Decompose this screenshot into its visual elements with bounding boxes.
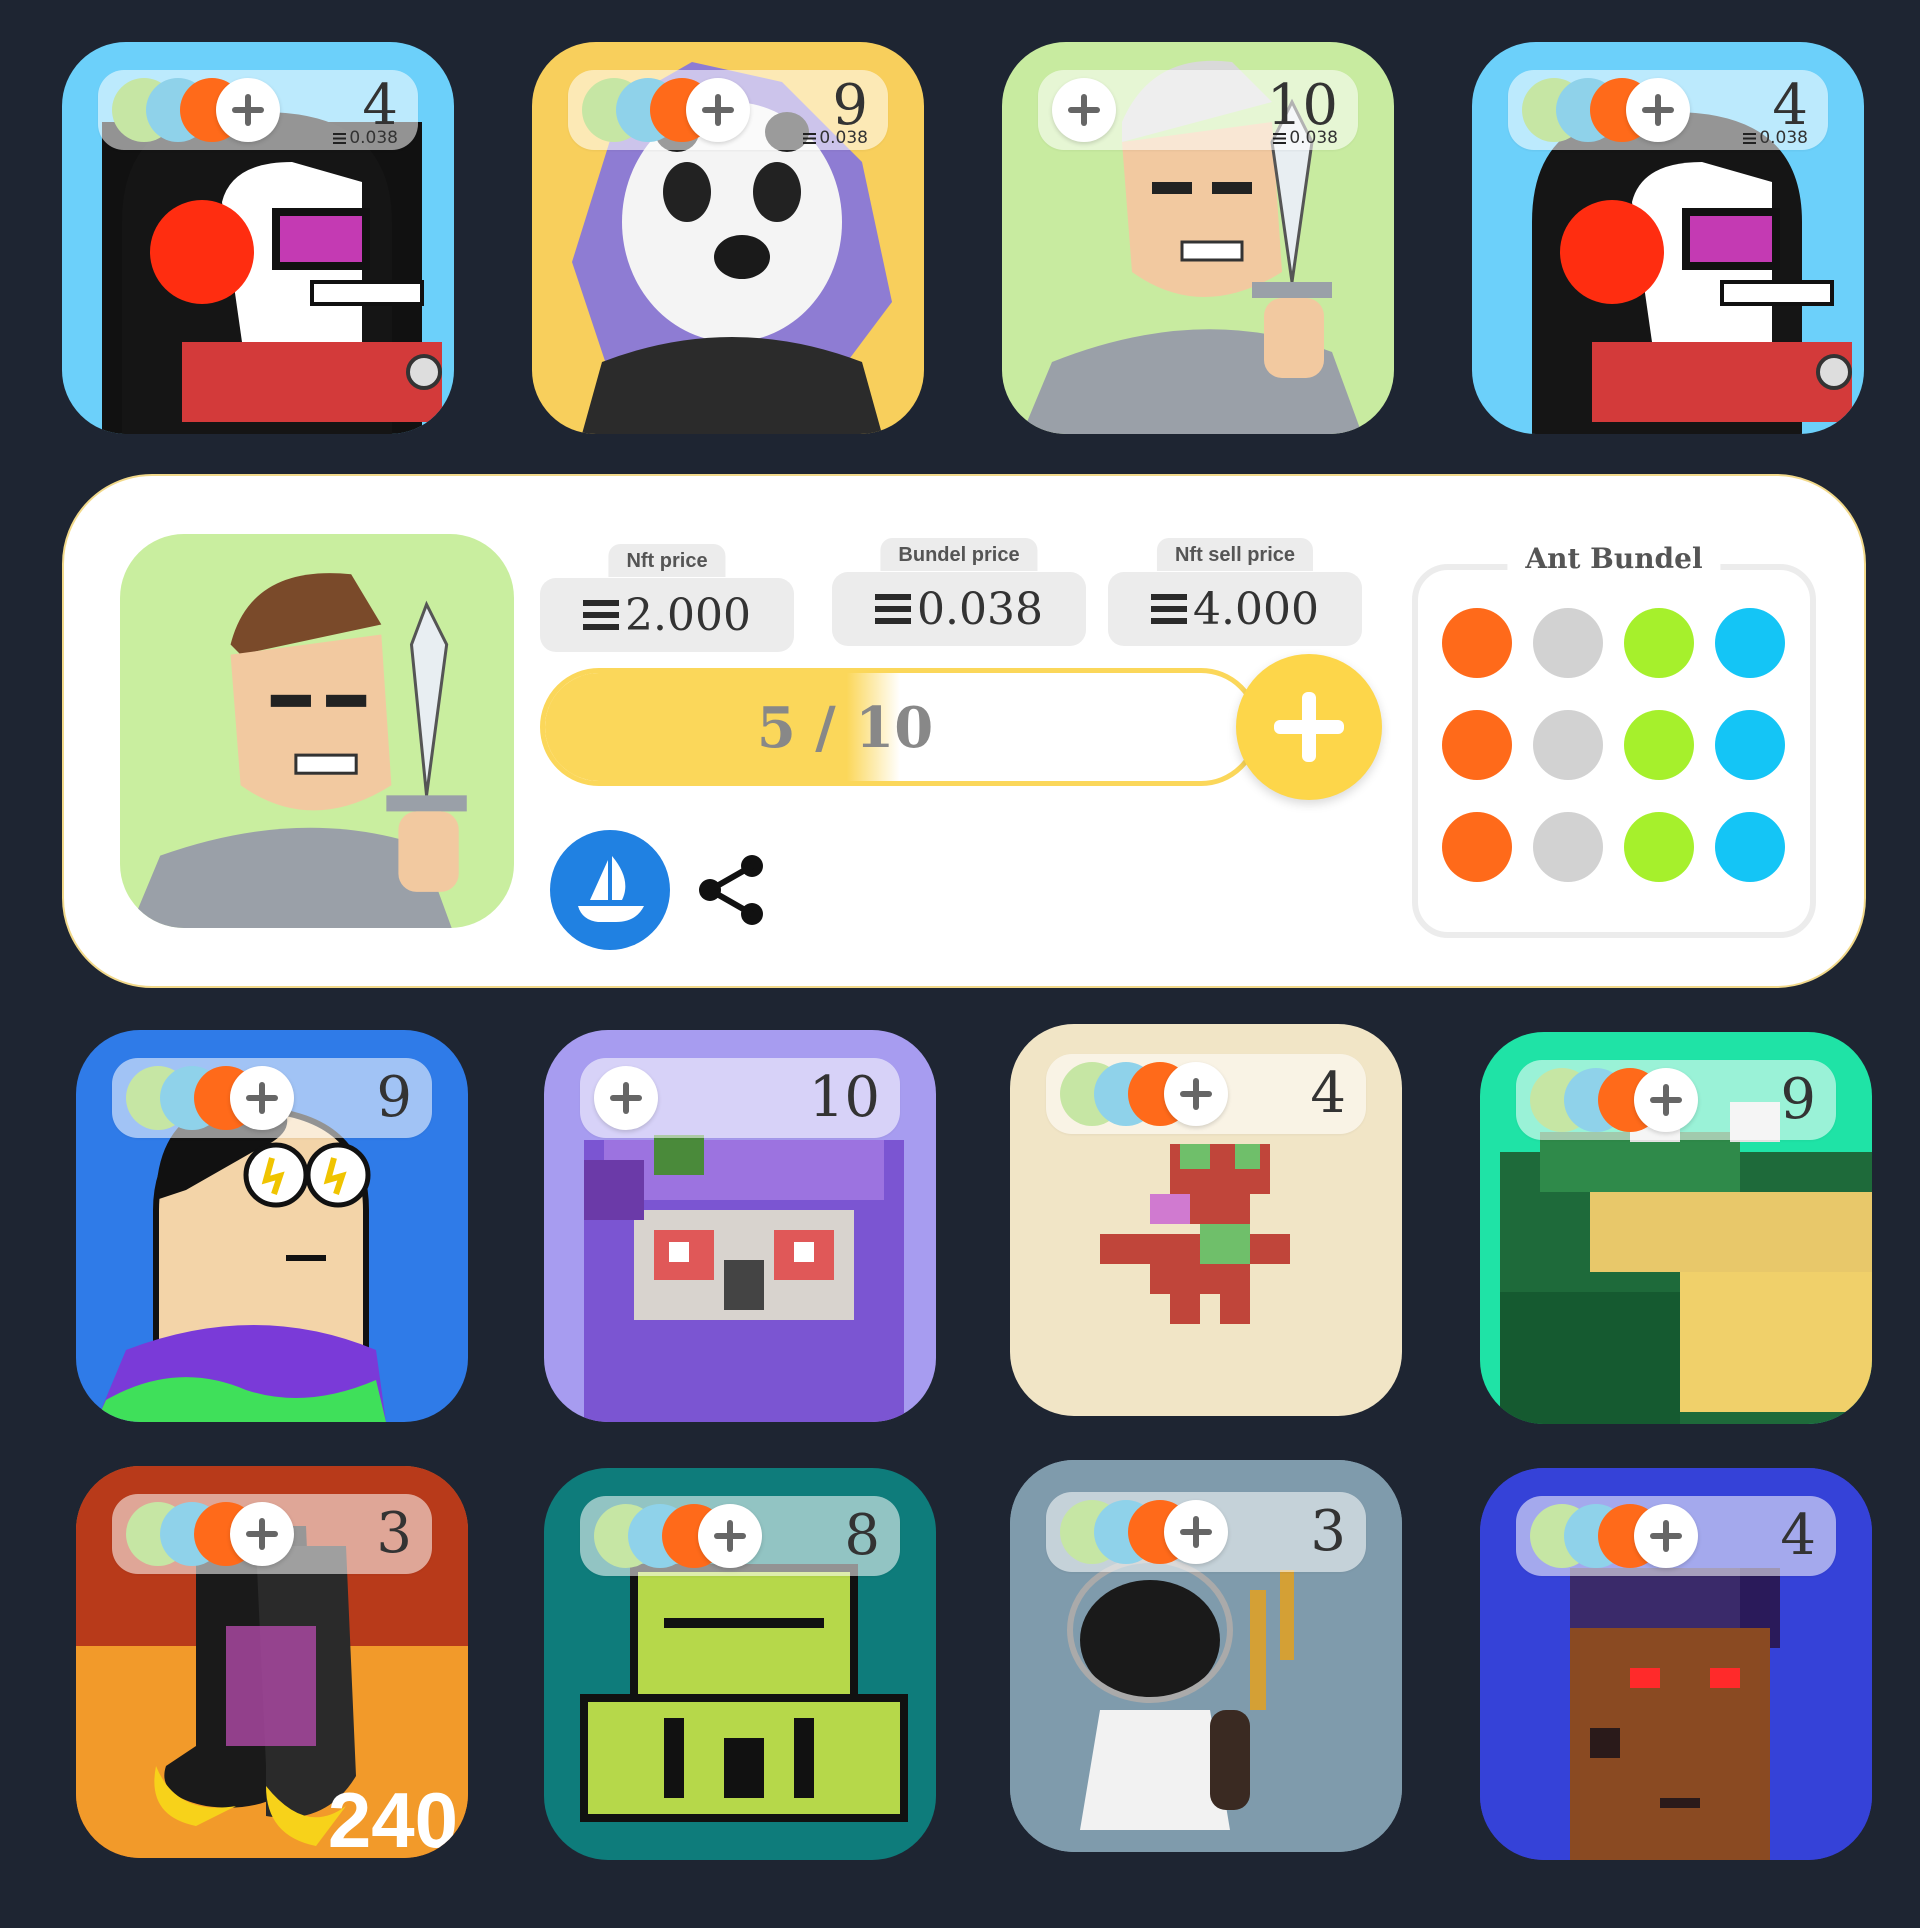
bundle-dot-blue — [1715, 608, 1785, 678]
progress-current: 5 — [756, 695, 796, 761]
edition-count: 10 — [808, 1065, 880, 1130]
eth-icon — [1151, 594, 1188, 624]
card-info-pill: 10 — [580, 1058, 900, 1138]
eth-icon — [803, 133, 817, 144]
edition-count: 8 — [844, 1503, 880, 1568]
card-info-pill: 4 0.038 — [1508, 70, 1828, 150]
card-info-pill: 3 — [1046, 1492, 1366, 1572]
bundle-dot-green — [1624, 608, 1694, 678]
add-to-bundle-button[interactable] — [230, 1502, 294, 1566]
nft-card-pixel-flower[interactable]: 4 — [1010, 1024, 1402, 1416]
mint-progress-text: 5 / 10 — [545, 695, 1145, 761]
add-to-bundle-button[interactable] — [1634, 1068, 1698, 1132]
bundle-price-label: Bundel price — [880, 538, 1038, 571]
progress-separator: / — [815, 695, 836, 761]
add-to-bundle-button[interactable] — [1634, 1504, 1698, 1568]
card-info-pill: 8 — [580, 1496, 900, 1576]
nft-card-pixel-frog[interactable]: 8 — [544, 1468, 936, 1860]
nft-card-punk-2[interactable]: 4 0.038 — [1472, 42, 1864, 434]
card-info-pill: 9 — [112, 1058, 432, 1138]
bundle-dot-blue — [1715, 812, 1785, 882]
opensea-icon[interactable] — [550, 830, 670, 950]
eth-icon — [333, 133, 347, 144]
card-info-pill: 4 0.038 — [98, 70, 418, 150]
nft-price-label: Nft price — [608, 544, 726, 577]
bundle-price-block: Bundel price 0.038 — [832, 538, 1086, 646]
sell-price-value: 4.000 — [1193, 583, 1319, 635]
bundle-dot-blue — [1715, 710, 1785, 780]
eth-icon — [583, 600, 620, 630]
bundle-dot-green — [1624, 812, 1694, 882]
nft-detail-panel: Nft price 2.000 Bundel price 0.038 Nft s… — [62, 474, 1866, 988]
edition-count: 9 — [1780, 1067, 1816, 1132]
selected-nft-image — [120, 534, 514, 928]
nft-card-pixel-punk[interactable]: 4 — [1480, 1468, 1872, 1860]
card-price-value: 0.038 — [1289, 128, 1338, 148]
nft-card-panda[interactable]: 9 0.038 — [532, 42, 924, 434]
edition-count: 4 — [1780, 1503, 1816, 1568]
eth-icon — [1273, 133, 1287, 144]
ant-bundle-box: Ant Bundel — [1412, 542, 1816, 938]
bundle-dot-orange — [1442, 710, 1512, 780]
card-info-pill: 4 — [1516, 1496, 1836, 1576]
card-price: 0.038 — [333, 128, 398, 148]
mint-progress-bar: 5 / 10 — [540, 668, 1260, 786]
nft-price-value-box: 2.000 — [540, 578, 794, 652]
card-info-pill: 10 0.038 — [1038, 70, 1358, 150]
bundle-dot-orange — [1442, 812, 1512, 882]
bundle-title: Ant Bundel — [1507, 542, 1721, 575]
card-price: 0.038 — [1743, 128, 1808, 148]
nft-card-socks[interactable]: 240 3 — [76, 1466, 468, 1858]
nft-card-astronaut[interactable]: 3 — [1010, 1460, 1402, 1852]
add-to-bundle-button[interactable] — [686, 78, 750, 142]
eth-icon — [875, 594, 912, 624]
nft-card-pixel-owl[interactable]: 10 — [544, 1030, 936, 1422]
card-price: 0.038 — [1273, 128, 1338, 148]
nft-card-pixel-croc[interactable]: 9 — [1480, 1032, 1872, 1424]
bundle-price-value-box: 0.038 — [832, 572, 1086, 646]
eth-icon — [1743, 133, 1757, 144]
add-to-bundle-button[interactable] — [1164, 1500, 1228, 1564]
edition-count: 4 — [1310, 1061, 1346, 1126]
sell-price-block: Nft sell price 4.000 — [1108, 538, 1362, 646]
edition-count: 9 — [376, 1065, 412, 1130]
card-info-pill: 4 — [1046, 1054, 1366, 1134]
card-price-value: 0.038 — [349, 128, 398, 148]
card-info-pill: 9 0.038 — [568, 70, 888, 150]
opensea-logo — [578, 856, 644, 922]
card-price: 0.038 — [803, 128, 868, 148]
bundle-dot-gray — [1533, 812, 1603, 882]
add-to-bundle-button[interactable] — [216, 78, 280, 142]
sell-price-label: Nft sell price — [1156, 538, 1314, 571]
edition-count: 3 — [1310, 1499, 1346, 1564]
card-price-value: 0.038 — [1759, 128, 1808, 148]
add-to-bundle-button[interactable] — [1626, 78, 1690, 142]
bundle-dot-gray — [1533, 710, 1603, 780]
nft-price-block: Nft price 2.000 — [540, 544, 794, 652]
add-to-bundle-button[interactable] — [594, 1066, 658, 1130]
card-info-pill: 9 — [1516, 1060, 1836, 1140]
share-icon[interactable] — [694, 852, 770, 928]
add-to-bundle-button[interactable] — [1052, 78, 1116, 142]
bundle-dot-orange — [1442, 608, 1512, 678]
bundle-dot-gray — [1533, 608, 1603, 678]
bundle-price-value: 0.038 — [917, 583, 1043, 635]
add-to-bundle-button[interactable] — [1164, 1062, 1228, 1126]
edition-count: 3 — [376, 1501, 412, 1566]
add-to-bundle-button[interactable] — [698, 1504, 762, 1568]
progress-total: 10 — [855, 695, 934, 761]
nft-art-warrior-dagger — [130, 573, 467, 928]
mint-add-button[interactable] — [1236, 654, 1382, 800]
card-price-value: 0.038 — [819, 128, 868, 148]
bundle-dot-green — [1624, 710, 1694, 780]
card-info-pill: 3 — [112, 1494, 432, 1574]
add-to-bundle-button[interactable] — [230, 1066, 294, 1130]
sell-price-value-box: 4.000 — [1108, 572, 1362, 646]
socks-overlay-number: 240 — [327, 1776, 458, 1858]
nft-card-punk-1[interactable]: 4 0.038 — [62, 42, 454, 434]
nft-price-value: 2.000 — [625, 589, 751, 641]
nft-card-cartoon-boy[interactable]: 9 — [76, 1030, 468, 1422]
nft-card-warrior[interactable]: 10 0.038 — [1002, 42, 1394, 434]
